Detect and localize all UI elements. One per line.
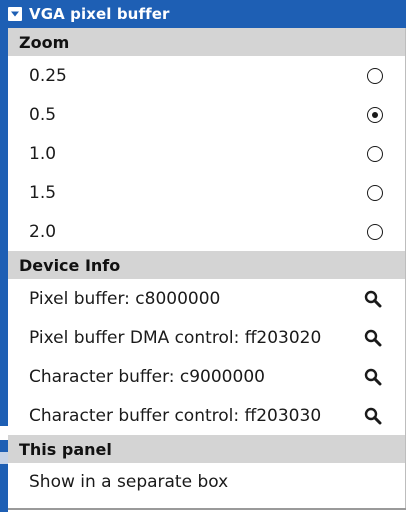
collapse-toggle-icon[interactable]	[8, 7, 22, 21]
radio-button[interactable]	[367, 184, 383, 201]
zoom-option-label: 2.0	[29, 221, 57, 242]
radio-button-selected[interactable]	[367, 106, 383, 123]
device-info-pixel-buffer[interactable]: Pixel buffer: c8000000	[8, 279, 405, 318]
device-info-character-buffer-control[interactable]: Character buffer control: ff203030	[8, 396, 405, 435]
zoom-option-label: 1.5	[29, 182, 57, 203]
zoom-option-0-5[interactable]: 0.5	[8, 95, 405, 134]
radio-dot	[372, 111, 378, 118]
device-info-label: Character buffer: c9000000	[29, 366, 265, 387]
device-info-label: Character buffer control: ff203030	[29, 405, 322, 426]
zoom-option-2-0[interactable]: 2.0	[8, 212, 405, 251]
search-icon[interactable]	[363, 367, 383, 387]
zoom-option-0-25[interactable]: 0.25	[8, 56, 405, 95]
radio-button[interactable]	[367, 223, 383, 240]
zoom-section-header: Zoom	[8, 28, 405, 56]
device-info-pixel-buffer-dma[interactable]: Pixel buffer DMA control: ff203020	[8, 318, 405, 357]
radio-button[interactable]	[367, 145, 383, 162]
search-icon[interactable]	[363, 289, 383, 309]
context-menu: Zoom 0.25 0.5 1.0 1.5 2.0 Device Info Pi…	[8, 28, 406, 510]
panel-title: VGA pixel buffer	[29, 5, 170, 23]
zoom-option-label: 1.0	[29, 143, 57, 164]
device-info-character-buffer[interactable]: Character buffer: c9000000	[8, 357, 405, 396]
zoom-option-label: 0.5	[29, 104, 57, 125]
panel-title-bar[interactable]: VGA pixel buffer	[0, 0, 406, 28]
search-icon[interactable]	[363, 328, 383, 348]
left-edge-marker	[0, 426, 8, 440]
device-info-label: Pixel buffer: c8000000	[29, 288, 221, 309]
menu-item-label: Show in a separate box	[29, 472, 229, 492]
zoom-option-1-5[interactable]: 1.5	[8, 173, 405, 212]
show-in-separate-box-item[interactable]: Show in a separate box	[8, 463, 405, 501]
radio-button[interactable]	[367, 67, 383, 84]
device-info-section-header: Device Info	[8, 251, 405, 279]
device-info-label: Pixel buffer DMA control: ff203020	[29, 327, 322, 348]
zoom-option-1-0[interactable]: 1.0	[8, 134, 405, 173]
zoom-option-label: 0.25	[29, 65, 67, 86]
left-panel-edge	[0, 28, 8, 512]
this-panel-section-header: This panel	[8, 435, 405, 463]
left-edge-marker-2	[0, 452, 8, 464]
menu-bottom-border	[8, 508, 406, 510]
search-icon[interactable]	[363, 406, 383, 426]
